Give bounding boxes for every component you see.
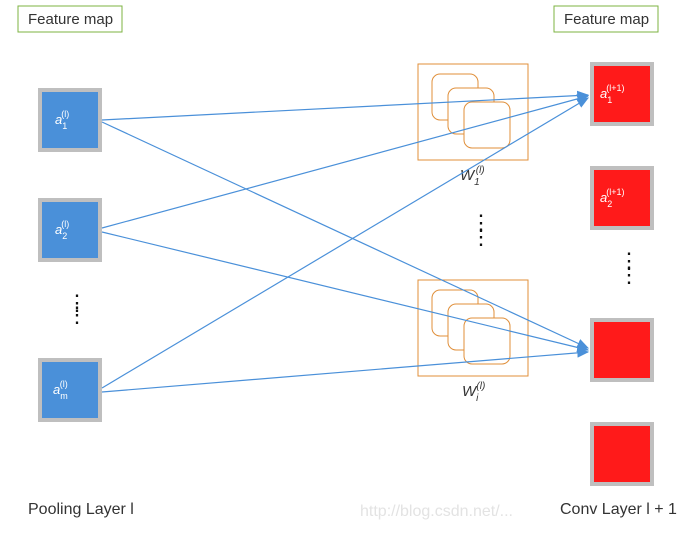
edge-a2-wi [102,232,588,350]
left-node-1: a1(l) [40,90,100,150]
svg-text:Wi(l): Wi(l) [462,381,485,404]
watermark-text: http://blog.csdn.net/... [360,503,513,520]
left-title-text: Feature map [28,11,113,28]
diagram-canvas: Feature map Feature map a1(l) a2(l) ⋮ ⋮ … [0,0,697,533]
edge-a1-wi [102,122,588,348]
right-layer-label: Conv Layer l + 1 [560,501,677,518]
left-node-m: am(l) [40,360,100,420]
right-vdots2: ⋮ [618,262,640,287]
left-title-box: Feature map [18,6,122,32]
svg-text:W1(l): W1(l) [460,165,485,188]
right-node-2: a2(l+1) [592,168,652,228]
right-node-3 [592,320,652,380]
kernel-group-1: W1(l) [418,64,528,188]
right-node-1: a1(l+1) [592,64,652,124]
left-layer-label: Pooling Layer l [28,501,134,518]
left-vdots-2: ⋮ [66,302,88,327]
edge-am-w1 [102,98,588,388]
right-node-4 [592,424,652,484]
left-node-2: a2(l) [40,200,100,260]
edge-am-wi [102,352,588,392]
kernel-vdots2: ⋮ [470,224,492,249]
right-title-text: Feature map [564,11,649,28]
kernel-group-i: Wi(l) [418,280,528,404]
right-title-box: Feature map [554,6,658,32]
